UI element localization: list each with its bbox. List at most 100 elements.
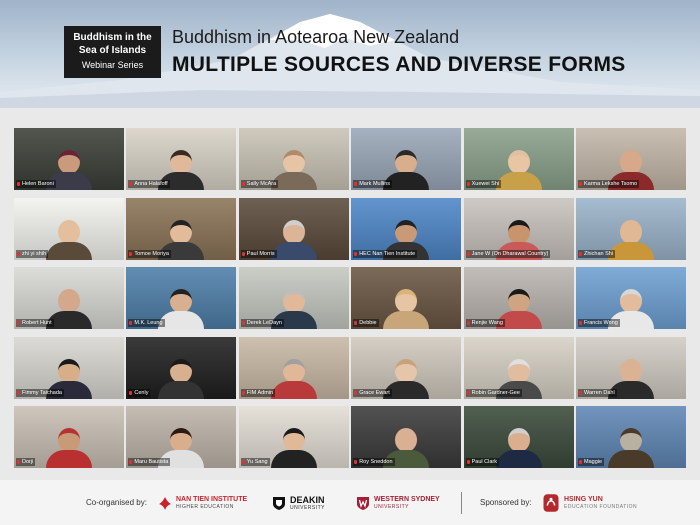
series-line-1: Buddhism in the [73,32,152,43]
participant-head [395,289,418,313]
participant-head [58,289,80,313]
participant-body [608,450,654,468]
participant-video [270,216,317,260]
participant-head [58,358,80,383]
participant-head [170,219,193,244]
participant-body [495,172,542,190]
participant-head [282,358,305,383]
participant-head [58,150,80,174]
participant-tile[interactable]: Maggie [576,406,686,468]
participant-tile[interactable]: Mark Mullins [351,128,462,190]
participant-tile[interactable]: Karma Lekshe Tsomo [576,128,686,190]
participant-tile[interactable]: Warren Dahl [576,336,686,399]
participant-name: Robert Hunt [16,319,54,327]
participant-body [158,311,205,329]
participant-tile[interactable]: Cenly [126,336,237,399]
participant-tile[interactable]: Robert Hunt [14,267,124,329]
participant-body [495,450,542,468]
participant-video [270,424,317,468]
participant-tile[interactable]: M.K. Leung [126,267,237,329]
participant-tile[interactable]: Grace Ewart [351,336,462,399]
participant-name: Grace Ewart [353,388,392,397]
participant-tile[interactable]: Helen Baroni [14,128,124,190]
western-sydney-logo: WESTERN SYDNEY UNIVERSITY [356,490,440,516]
series-badge: Buddhism in the Sea of Islands Webinar S… [64,26,161,78]
participant-tile[interactable]: Renjie Wang [463,267,574,329]
participant-name: Warren Dahl [578,388,617,397]
participant-head [282,150,305,174]
participant-head [620,428,642,452]
participant-name: Tomoe Moriya [128,249,171,258]
participant-head [170,358,193,383]
participant-tile[interactable]: Anna Halafoff [126,128,237,190]
participant-tile[interactable]: Xuewei Shi [463,128,574,190]
hsing-yun-sub: EDUCATION FOUNDATION [564,504,638,510]
participant-body [270,450,317,468]
deakin-sub: UNIVERSITY [290,504,326,511]
hsing-yun-name: HSING YUN [564,496,603,503]
participant-head [395,428,418,452]
participant-head [620,150,642,174]
participant-tile[interactable]: Sally McAra [238,128,349,190]
nan-tien-logo: NAN TIEN INSTITUTE HIGHER EDUCATION [158,490,247,516]
participant-name: Francis Wong [578,319,620,327]
participant-video [495,146,542,190]
participant-tile[interactable]: Robin Gardner-Gee [463,336,574,399]
participant-tile[interactable]: Zhichan Shi [576,197,686,260]
participant-name: Roy Sneddon [353,458,395,466]
participant-tile[interactable]: Dorji [14,406,124,468]
participant-name: Anna Halafoff [128,180,170,188]
participant-head [170,289,193,313]
participant-name: Paul Morris [240,249,277,258]
participant-tile[interactable]: Derek LeDayn [238,267,349,329]
participant-tile[interactable]: Yu Sang [238,406,349,468]
hsing-yun-emblem-icon [543,494,559,512]
participant-tile[interactable]: Roy Sneddon [351,406,462,468]
participant-tile[interactable]: zhi yi shih [14,197,124,260]
nan-tien-name: NAN TIEN INSTITUTE [176,496,248,503]
participant-video [608,424,654,468]
participant-tile[interactable]: Jane W (On Dharawal Country) [463,197,574,260]
participant-head [170,428,193,452]
coorganised-label: Co-organised by: [86,498,147,507]
participant-tile[interactable]: Paul Morris [238,197,349,260]
participant-head [507,358,530,383]
participant-tile[interactable]: Maru Bautista [126,406,237,468]
participant-name: Mark Mullins [353,180,393,188]
participant-body [270,241,317,260]
participant-head [620,358,642,383]
participant-name: Debbie [353,319,379,327]
participant-tile[interactable]: HEC Nan Tien Institute [351,197,462,260]
participant-tile[interactable]: Paul Clark [463,406,574,468]
participant-tile[interactable]: FIM Admin [238,336,349,399]
participant-name: FIM Admin [240,388,276,397]
participant-head [170,150,193,174]
participant-tile[interactable]: Debbie [351,267,462,329]
participant-name: zhi yi shih [16,249,49,258]
western-sydney-shield-icon [357,497,369,510]
western-sydney-name: WESTERN SYDNEY [374,496,440,503]
participant-name: Renjie Wang [465,319,505,327]
participant-video [495,424,542,468]
participant-head [282,289,305,313]
footer-divider [461,492,462,514]
participant-head [58,219,80,244]
participant-gallery: Helen Baroni Anna Halafoff Sally McAra Mark… [14,128,686,468]
sponsor-footer: Co-organised by: NAN TIEN INSTITUTE HIGH… [0,480,700,525]
webinar-title: Buddhism in Aotearoa New Zealand [172,27,460,47]
participant-head [395,219,418,244]
participant-name: Maggie [578,458,605,466]
participant-name: Robin Gardner-Gee [465,388,522,397]
participant-video [46,216,92,260]
participant-tile[interactable]: Francis Wong [576,267,686,329]
participant-tile[interactable]: Tomoe Moriya [126,197,237,260]
participant-head [507,289,530,313]
deakin-name: DEAKIN [290,494,325,505]
participant-head [620,289,642,313]
participant-name: HEC Nan Tien Institute [353,249,418,258]
participant-head [507,219,530,244]
participant-name: Helen Baroni [16,180,56,188]
participant-name: Zhichan Shi [578,249,616,258]
nan-tien-lotus-icon [159,497,171,510]
participant-tile[interactable]: Fimmy Taichada [14,336,124,399]
